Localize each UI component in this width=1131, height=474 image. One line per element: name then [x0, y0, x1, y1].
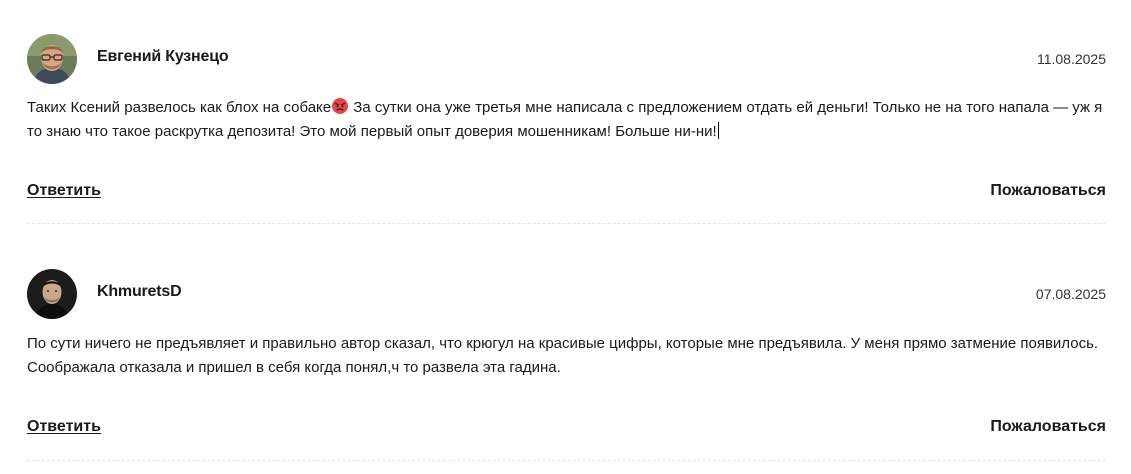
avatar	[27, 269, 77, 319]
angry-face-emoji-icon	[332, 98, 349, 114]
comment-header: Евгений Кузнецо 11.08.2025	[27, 33, 1106, 85]
comment-divider	[27, 223, 1106, 224]
comment-item: KhmuretsD 07.08.2025 По сути ничего не п…	[27, 268, 1106, 461]
avatar	[27, 34, 77, 84]
reply-link[interactable]: Ответить	[27, 182, 101, 200]
comment-date: 07.08.2025	[1035, 286, 1106, 302]
reply-link[interactable]: Ответить	[27, 418, 101, 436]
comment-text-part: Таких Ксений развелось как блох на собак…	[27, 99, 332, 116]
comment-item: Евгений Кузнецо 11.08.2025 Таких Ксений …	[27, 33, 1106, 224]
comment-date: 11.08.2025	[1036, 51, 1106, 67]
comment-divider	[27, 460, 1106, 461]
text-cursor	[717, 122, 719, 139]
report-link[interactable]: Пожаловаться	[990, 418, 1106, 436]
comment-text: По сути ничего не предъявляет и правильн…	[27, 335, 1099, 376]
comment-author: KhmuretsD	[97, 283, 182, 300]
comment-text: Таких Ксений развелось как блох на собак…	[27, 96, 1106, 144]
comment-actions: Ответить Пожаловаться	[27, 182, 1106, 206]
avatar-man-dark-icon	[27, 269, 77, 319]
report-link[interactable]: Пожаловаться	[990, 182, 1106, 200]
comment-header: KhmuretsD 07.08.2025	[27, 268, 1106, 320]
comment-author: Евгений Кузнецо	[97, 48, 229, 65]
avatar-man-glasses-icon	[27, 34, 77, 84]
comment-actions: Ответить Пожаловаться	[27, 418, 1106, 442]
